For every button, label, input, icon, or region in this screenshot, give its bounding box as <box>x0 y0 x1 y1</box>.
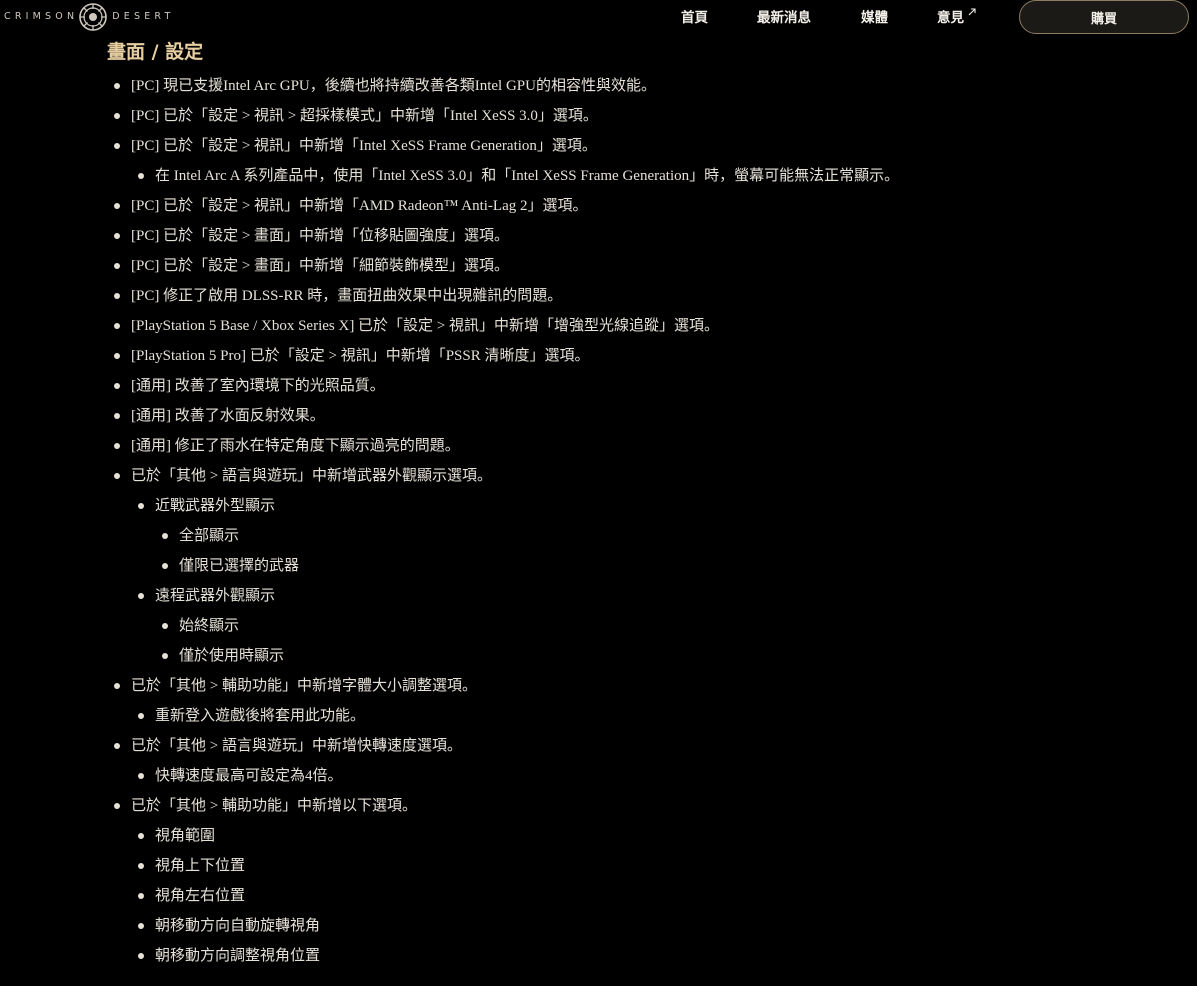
bullet-icon <box>162 533 168 539</box>
bullet-icon <box>138 863 144 869</box>
list-item-text: [通用] 改善了室內環境下的光照品質。 <box>131 378 385 394</box>
bullet-icon <box>114 143 120 149</box>
list-item-text: [PC] 已於「設定 > 視訊」中新增「AMD Radeon™ Anti-Lag… <box>131 198 588 214</box>
section-title: 畫面 / 設定 <box>107 41 204 63</box>
bullet-icon <box>114 443 120 449</box>
bullet-icon <box>138 923 144 929</box>
list-item-text: [PC] 已於「設定 > 畫面」中新增「位移貼圖強度」選項。 <box>131 228 510 244</box>
bullet-icon <box>162 623 168 629</box>
bullet-icon <box>138 893 144 899</box>
bullet-icon <box>138 953 144 959</box>
list-item-text: 重新登入遊戲後將套用此功能。 <box>155 708 366 724</box>
list-item-text: 視角上下位置 <box>155 858 246 874</box>
list-item-text: 已於「其他 > 語言與遊玩」中新增快轉速度選項。 <box>131 738 462 754</box>
bullet-icon <box>138 773 144 779</box>
bullet-icon <box>162 653 168 659</box>
nav-feedback[interactable]: 意見 <box>937 8 976 28</box>
bullet-icon <box>114 803 120 809</box>
bullet-icon <box>114 323 120 329</box>
bullet-icon <box>114 353 120 359</box>
bullet-icon <box>138 713 144 719</box>
nav-link-label: 最新消息 <box>757 10 811 26</box>
bullet-icon <box>114 383 120 389</box>
list-item-text: 視角左右位置 <box>155 888 246 904</box>
list-item-text: 全部顯示 <box>179 528 240 544</box>
list-item-text: 在 Intel Arc A 系列產品中，使用「Intel XeSS 3.0」和「… <box>155 168 900 184</box>
list-item-text: 近戰武器外型顯示 <box>155 498 276 514</box>
nav-link-label: 意見 <box>937 10 964 26</box>
nav-link-label: 首頁 <box>681 10 708 26</box>
list-item-text: [PC] 已於「設定 > 視訊 > 超採樣模式」中新增「Intel XeSS 3… <box>131 108 598 124</box>
site-header: CRIMSON DESERT 首頁 最新消息 媒體 意見 購買 <box>0 0 1197 36</box>
nav-news[interactable]: 最新消息 <box>757 8 811 28</box>
page: CRIMSON DESERT 首頁 最新消息 媒體 意見 購買 畫面 / 設定 [PC… <box>0 0 1197 986</box>
list-item-text: 朝移動方向調整視角位置 <box>155 948 321 964</box>
list-item-text: 已於「其他 > 語言與遊玩」中新增武器外觀顯示選項。 <box>131 468 492 484</box>
list-item-text: 視角範圍 <box>155 828 216 844</box>
list-item-text: 朝移動方向自動旋轉視角 <box>155 918 321 934</box>
list-item-text: [通用] 改善了水面反射效果。 <box>131 408 325 424</box>
bullet-icon <box>138 593 144 599</box>
bullet-icon <box>114 413 120 419</box>
nav-home[interactable]: 首頁 <box>681 8 708 28</box>
bullet-icon <box>114 83 120 89</box>
list-item-text: 僅限已選擇的武器 <box>179 558 300 574</box>
bullet-icon <box>114 473 120 479</box>
bullet-icon <box>114 683 120 689</box>
list-item-text: 僅於使用時顯示 <box>179 648 285 664</box>
list-item-text: 已於「其他 > 輔助功能」中新增字體大小調整選項。 <box>131 678 477 694</box>
list-item-text: 始終顯示 <box>179 618 240 634</box>
list-item-text: 已於「其他 > 輔助功能」中新增以下選項。 <box>131 798 417 814</box>
bullet-icon <box>162 563 168 569</box>
emblem-icon <box>79 3 108 31</box>
bullet-icon <box>114 743 120 749</box>
list-item-text: [通用] 修正了雨水在特定角度下顯示過亮的問題。 <box>131 438 460 454</box>
bullet-icon <box>114 113 120 119</box>
buy-button[interactable]: 購買 <box>1019 0 1189 34</box>
list-item-text: [PlayStation 5 Pro] 已於「設定 > 視訊」中新增「PSSR … <box>131 348 590 364</box>
logo-word-left: CRIMSON <box>4 11 79 22</box>
bullet-icon <box>114 263 120 269</box>
bullet-icon <box>114 233 120 239</box>
bullet-icon <box>114 293 120 299</box>
list-item-text: [PC] 已於「設定 > 畫面」中新增「細節裝飾模型」選項。 <box>131 258 510 274</box>
external-link-icon <box>968 8 976 16</box>
bullet-icon <box>138 503 144 509</box>
nav-link-label: 媒體 <box>861 10 888 26</box>
list-item-text: [PC] 現已支援Intel Arc GPU，後續也將持續改善各類Intel G… <box>131 78 656 94</box>
logo-word-right: DESERT <box>112 11 175 22</box>
list-item-text: 快轉速度最高可設定為4倍。 <box>155 768 343 784</box>
list-item-text: [PC] 已於「設定 > 視訊」中新增「Intel XeSS Frame Gen… <box>131 138 597 154</box>
bullet-icon <box>114 203 120 209</box>
bullet-icon <box>138 173 144 179</box>
site-logo[interactable]: CRIMSON DESERT <box>4 2 175 32</box>
nav-media[interactable]: 媒體 <box>861 8 888 28</box>
list-item-text: [PlayStation 5 Base / Xbox Series X] 已於「… <box>131 318 720 334</box>
bullet-icon <box>138 833 144 839</box>
list-item-text: [PC] 修正了啟用 DLSS-RR 時，畫面扭曲效果中出現雜訊的問題。 <box>131 288 563 304</box>
list-item-text: 遠程武器外觀顯示 <box>155 588 276 604</box>
